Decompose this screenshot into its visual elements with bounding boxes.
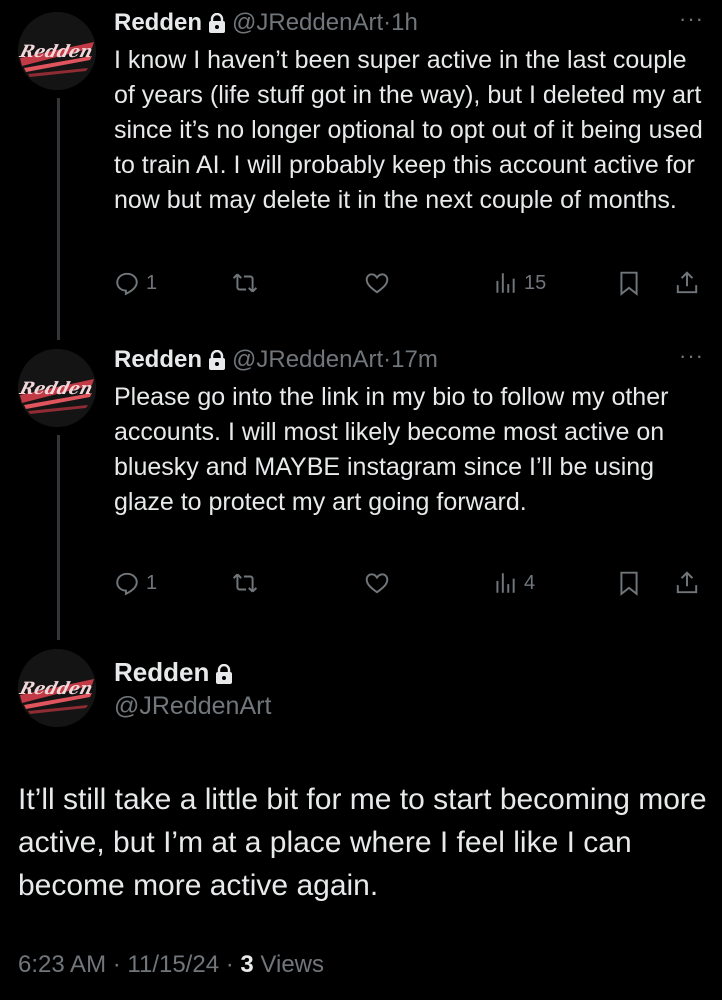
lock-icon — [208, 11, 226, 41]
bookmark-button[interactable] — [616, 570, 642, 596]
display-name[interactable]: Redden — [114, 346, 202, 373]
share-button[interactable] — [674, 270, 700, 296]
more-icon[interactable]: ··· — [679, 343, 704, 369]
main-handle[interactable]: @JReddenArt — [114, 690, 271, 722]
separator: · — [112, 951, 121, 978]
retweet-button[interactable] — [232, 570, 258, 596]
reply-count: 1 — [146, 571, 158, 594]
action-bar: 1 4 — [114, 570, 714, 604]
reply-icon — [116, 572, 138, 596]
share-icon — [676, 271, 698, 294]
heart-icon — [365, 273, 389, 294]
tweet-time[interactable]: 6:23 AM — [18, 951, 106, 978]
lock-icon — [215, 659, 233, 691]
handle[interactable]: @JReddenArt — [232, 346, 383, 373]
reply-button[interactable]: 1 — [114, 270, 157, 296]
heart-icon — [365, 573, 389, 594]
tweet-header: Redden @JReddenArt·1h — [114, 8, 418, 41]
avatar[interactable]: Redden — [18, 349, 96, 427]
tweet-header: Redden @JReddenArt·17m — [114, 345, 438, 378]
analytics-icon — [496, 573, 515, 593]
thread-line — [57, 98, 60, 340]
svg-text:Redden: Redden — [18, 42, 95, 62]
timestamp[interactable]: 17m — [391, 346, 438, 373]
avatar[interactable]: Redden — [18, 649, 96, 727]
main-display-name[interactable]: Redden — [114, 656, 239, 691]
views-label: Views — [260, 951, 325, 978]
display-name[interactable]: Redden — [114, 9, 202, 36]
lock-icon — [208, 348, 226, 378]
retweet-button[interactable] — [232, 270, 258, 296]
separator: · — [383, 9, 392, 36]
svg-text:Redden: Redden — [18, 379, 95, 399]
separator: · — [383, 346, 392, 373]
bookmark-button[interactable] — [616, 270, 642, 296]
like-button[interactable] — [364, 270, 390, 296]
more-icon[interactable]: ··· — [679, 6, 704, 32]
bookmark-icon — [620, 271, 638, 296]
view-count: 15 — [524, 271, 547, 294]
separator: · — [225, 951, 234, 978]
views-count: 3 — [240, 951, 254, 978]
retweet-icon — [232, 573, 258, 593]
handle[interactable]: @JReddenArt — [232, 9, 383, 36]
bookmark-icon — [620, 571, 638, 596]
timestamp[interactable]: 1h — [391, 9, 418, 36]
reply-count: 1 — [146, 271, 158, 294]
analytics-icon — [496, 273, 515, 293]
avatar-logo-image: Redden — [18, 12, 96, 90]
display-name[interactable]: Redden — [114, 657, 209, 687]
action-bar: 1 15 — [114, 270, 714, 304]
svg-text:Redden: Redden — [18, 679, 95, 699]
share-button[interactable] — [674, 570, 700, 596]
thread-tweet-2[interactable]: Redden Redden @JReddenArt·17m ··· Please … — [0, 343, 722, 640]
main-tweet-text: It’ll still take a little bit for me to … — [18, 783, 707, 902]
like-button[interactable] — [364, 570, 390, 596]
tweet-date[interactable]: 11/15/24 — [127, 951, 219, 978]
avatar-logo-image: Redden — [18, 349, 96, 427]
views-button[interactable]: 15 — [492, 270, 546, 296]
avatar-logo-image: Redden — [18, 649, 96, 727]
tweet-text: Please go into the link in my bio to fol… — [114, 383, 669, 516]
retweet-icon — [232, 273, 258, 293]
views-button[interactable]: 4 — [492, 570, 535, 596]
avatar[interactable]: Redden — [18, 12, 96, 90]
tweet-meta: 6:23 AM · 11/15/24 · 3 Views — [18, 951, 324, 979]
reply-button[interactable]: 1 — [114, 570, 157, 596]
reply-icon — [116, 272, 138, 296]
tweet-text: I know I haven’t been super active in th… — [114, 46, 703, 214]
thread-line — [57, 435, 60, 640]
share-icon — [676, 571, 698, 594]
view-count: 4 — [524, 571, 536, 594]
thread-tweet-1[interactable]: Redden Redden @JReddenArt·1h ··· I know I… — [0, 0, 722, 345]
